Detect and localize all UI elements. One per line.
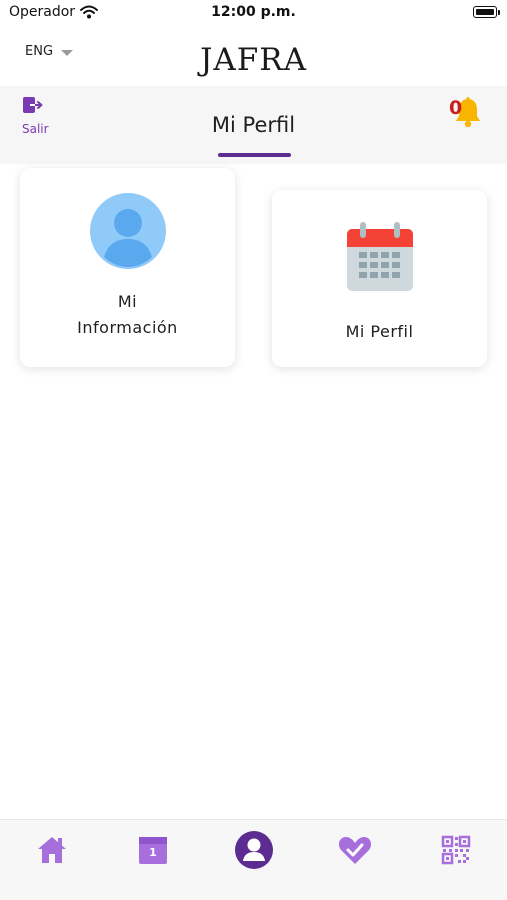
card-label-line2: Información	[77, 318, 178, 337]
my-information-card[interactable]: Mi Información	[20, 168, 235, 367]
tab-qr[interactable]	[436, 832, 476, 872]
tab-calendar[interactable]: 1	[133, 832, 173, 872]
battery-cap	[498, 10, 500, 15]
status-time: 12:00 p.m.	[211, 4, 296, 20]
tab-profile[interactable]	[234, 830, 274, 874]
status-bar: Operador 12:00 p.m.	[0, 0, 507, 30]
tab-home[interactable]	[32, 832, 72, 872]
notifications-button[interactable]: 0	[449, 96, 485, 130]
card-label-line1: Mi	[117, 292, 138, 311]
battery-icon	[473, 6, 497, 18]
brand-logo: JAFRA	[199, 42, 308, 78]
qr-code-icon	[441, 835, 471, 869]
title-underline	[218, 153, 291, 157]
tab-favorites[interactable]	[335, 832, 375, 872]
calendar-day-number: 1	[149, 846, 157, 859]
my-profile-label: Mi Perfil	[345, 322, 414, 341]
my-profile-card[interactable]: Mi Perfil	[272, 190, 487, 367]
home-icon	[36, 834, 68, 870]
heart-check-icon	[338, 835, 372, 869]
profile-icon	[234, 830, 274, 874]
bottom-tab-bar: 1	[0, 819, 507, 900]
my-information-label: Mi Información	[77, 289, 178, 341]
calendar-icon	[345, 221, 415, 297]
page-title: Mi Perfil	[211, 113, 296, 137]
user-avatar-icon	[89, 193, 166, 273]
notification-count: 0	[449, 97, 463, 119]
